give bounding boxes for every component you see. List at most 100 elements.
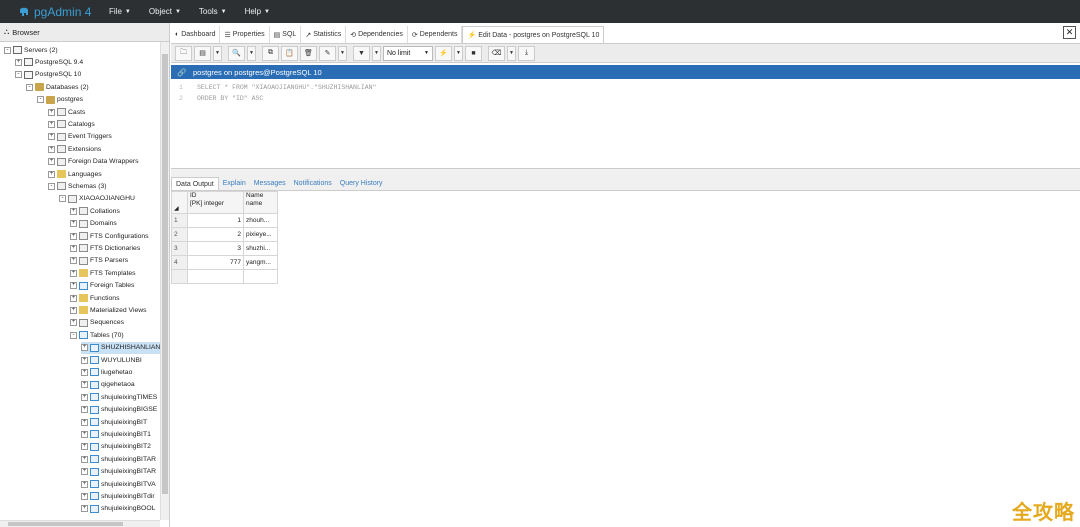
row-number[interactable]: 1 [171,213,188,228]
table-row[interactable]: 1 1 zhouh... [171,213,278,228]
tree-node[interactable]: + shujuleixingBIT1 [81,428,151,440]
tab-dependencies[interactable]: ⟲ Dependencies [346,26,408,43]
row-number[interactable]: 2 [171,227,188,242]
cell-id[interactable]: 2 [187,227,244,242]
collapse-icon[interactable]: - [37,96,44,104]
cell-id[interactable] [187,269,244,284]
expand-icon[interactable]: + [81,344,88,352]
new-row[interactable] [171,269,278,284]
column-header-name[interactable]: Name name [243,191,278,214]
tree-node[interactable]: - Servers (2) [4,44,58,56]
menu-object[interactable]: Object ▼ [149,7,181,16]
expand-icon[interactable]: + [70,306,77,314]
tree-node[interactable]: + FTS Dictionaries [70,242,140,254]
tree-node[interactable]: - PostgreSQL 10 [15,69,81,81]
clear-dropdown-button[interactable]: ▼ [507,45,516,61]
tree-node[interactable]: + Casts [48,106,85,118]
cell-name[interactable] [243,269,278,284]
edit-button[interactable]: ✎ [319,45,336,61]
collapse-icon[interactable]: - [59,195,66,203]
tab-data-output[interactable]: Data Output [171,177,219,190]
tree-node[interactable]: + FTS Templates [70,267,136,279]
tree-node[interactable]: + Domains [70,218,117,230]
cell-name[interactable]: yangm... [243,255,278,270]
menu-file[interactable]: File ▼ [109,7,131,16]
expand-icon[interactable]: + [81,430,88,438]
expand-icon[interactable]: + [81,443,88,451]
tree-node[interactable]: + Materialized Views [70,304,147,316]
filter-button[interactable]: ▼ [353,45,370,61]
tree-vertical-scrollbar[interactable] [160,42,169,520]
expand-icon[interactable]: + [15,58,22,66]
delete-button[interactable]: 🗑 [300,45,317,61]
tree-node[interactable]: + Foreign Tables [70,280,134,292]
tree-node[interactable]: + Event Triggers [48,131,112,143]
table-row[interactable]: 4 777 yangm... [171,255,278,270]
expand-icon[interactable]: + [81,480,88,488]
column-header-id[interactable]: ID [PK] integer [187,191,244,214]
collapse-icon[interactable]: - [26,83,33,91]
row-limit-select[interactable]: No limit ▼ [383,45,433,61]
tree-node[interactable]: + Catalogs [48,118,95,130]
download-button[interactable]: ⤓ [518,45,535,61]
expand-icon[interactable]: + [70,257,77,265]
expand-icon[interactable]: + [81,455,88,463]
table-row[interactable]: 2 2 pixieye... [171,227,278,242]
app-brand[interactable]: pgAdmin 4 [0,5,100,19]
execute-button[interactable]: ⚡ [435,45,452,61]
cell-name[interactable]: shuzhi... [243,241,278,256]
expand-icon[interactable]: + [70,232,77,240]
tree-node[interactable]: + qigehetaoa [81,379,135,391]
execute-dropdown-button[interactable]: ▼ [454,45,463,61]
tree-node[interactable]: + FTS Configurations [70,230,149,242]
menu-tools[interactable]: Tools ▼ [199,7,227,16]
tree-node[interactable]: + Languages [48,168,102,180]
expand-icon[interactable]: + [70,319,77,327]
cell-id[interactable]: 777 [187,255,244,270]
tab-query-history[interactable]: Query History [336,177,387,190]
tree-node[interactable]: + shujuleixingBITdir [81,490,155,502]
tab-explain[interactable]: Explain [219,177,250,190]
expand-icon[interactable]: + [70,282,77,290]
expand-icon[interactable]: + [81,368,88,376]
expand-icon[interactable]: + [70,269,77,277]
tree-node[interactable]: - Tables (70) [70,329,124,341]
cell-name[interactable]: zhouh... [243,213,278,228]
tree-node[interactable]: + WUYULUNBI [81,354,142,366]
expand-icon[interactable]: + [70,207,77,215]
table-row[interactable]: 3 3 shuzhi... [171,241,278,256]
row-number[interactable]: 4 [171,255,188,270]
tree-node[interactable]: + Sequences [70,317,124,329]
select-all-corner[interactable]: ◢ [171,191,188,214]
collapse-icon[interactable]: - [4,46,11,54]
tree-node[interactable]: + shujuleixingBIT [81,416,147,428]
expand-icon[interactable]: + [70,294,77,302]
expand-icon[interactable]: + [81,492,88,500]
expand-icon[interactable]: + [70,220,77,228]
sql-editor[interactable]: 1 SELECT * FROM "XIAOAOJIANGHU"."SHUZHIS… [171,79,1080,169]
clear-button[interactable]: ⌫ [488,45,505,61]
tab-edit-data[interactable]: ⚡ Edit Data - postgres on PostgreSQL 10 [462,26,605,43]
expand-icon[interactable]: + [48,133,55,141]
tree-node[interactable]: + Extensions [48,143,101,155]
tree-node[interactable]: + shujuleixingTIMES [81,391,157,403]
cell-name[interactable]: pixieye... [243,227,278,242]
tab-sql[interactable]: ▤ SQL [270,26,302,43]
tab-dashboard[interactable]: ◐ Dashboard [171,26,221,43]
scroll-thumb[interactable] [162,54,168,494]
tree-node[interactable]: + SHUZHISHANLIAN [81,341,160,354]
cell-id[interactable]: 3 [187,241,244,256]
tree-node[interactable]: - Schemas (3) [48,180,107,192]
tab-messages[interactable]: Messages [250,177,290,190]
find-dropdown-button[interactable]: ▼ [247,45,256,61]
save-dropdown-button[interactable]: ▼ [213,45,222,61]
stop-button[interactable]: ■ [465,45,482,61]
expand-icon[interactable]: + [48,170,55,178]
collapse-icon[interactable]: - [15,71,22,79]
tree-node[interactable]: + FTS Parsers [70,255,128,267]
tree-node[interactable]: + shujuleixingBIT2 [81,441,151,453]
tab-dependents[interactable]: ⟳ Dependents [408,26,463,43]
collapse-icon[interactable]: - [70,331,77,339]
tree-node[interactable]: + liugehetao [81,366,132,378]
tree-node[interactable]: - Databases (2) [26,81,89,93]
